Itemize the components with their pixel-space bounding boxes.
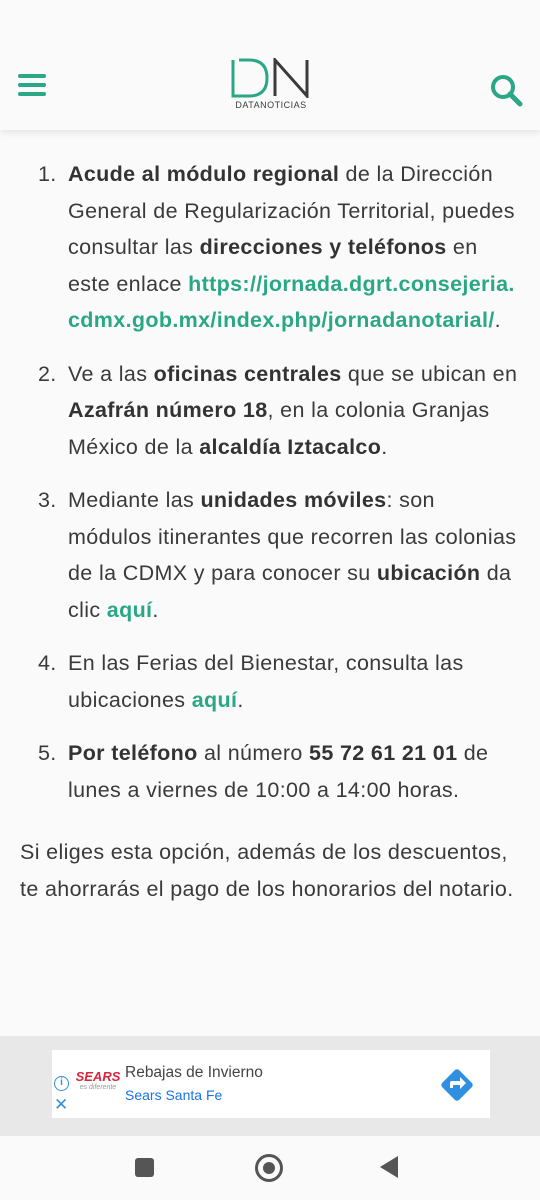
list-item-number: 4. xyxy=(38,651,57,675)
bold-text: 55 72 61 21 01 xyxy=(309,741,458,765)
bold-text: alcaldía Iztacalco xyxy=(199,434,382,459)
bold-text: Por teléfono xyxy=(68,741,198,765)
list-item: 4. En las Ferias del Bienestar, consulta … xyxy=(38,645,522,718)
close-icon[interactable]: ✕ xyxy=(54,1096,68,1114)
plain-text: En las Ferias del Bienestar, consulta la… xyxy=(68,651,464,712)
plain-text: . xyxy=(381,434,388,459)
list-item-number: 5. xyxy=(38,741,57,765)
info-icon[interactable]: i xyxy=(54,1076,69,1091)
list-item-text: Acude al módulo regional de la Dirección… xyxy=(68,156,522,339)
steps-list: 1. Acude al módulo regional de la Direcci… xyxy=(0,156,540,808)
plain-text: . xyxy=(237,687,244,712)
bold-text: ubicación xyxy=(376,561,481,585)
inline-link[interactable]: aquí xyxy=(192,688,238,712)
inline-link[interactable]: aquí xyxy=(107,598,153,622)
home-circle-icon[interactable] xyxy=(255,1154,283,1182)
list-item-text: En las Ferias del Bienestar, consulta la… xyxy=(68,645,522,718)
back-triangle-icon[interactable] xyxy=(380,1156,398,1178)
dn-logo-icon xyxy=(231,58,309,98)
plain-text: que se ubican en xyxy=(341,361,518,386)
closing-paragraph: Si eliges esta opción, además de los des… xyxy=(20,840,514,901)
bold-text: unidades móviles xyxy=(200,488,387,512)
plain-text: . xyxy=(152,597,159,622)
ad-title: Rebajas de Invierno xyxy=(125,1064,263,1081)
ad-banner: i ✕ SEARS es diferente Rebajas de Invier… xyxy=(0,1036,540,1136)
list-item-number: 1. xyxy=(38,162,57,186)
ad-brand-name: SEARS xyxy=(75,1069,121,1084)
list-item: 5. Por teléfono al número 55 72 61 21 01 … xyxy=(38,735,522,808)
ad-brand-logo: SEARS es diferente xyxy=(72,1070,124,1100)
list-item-number: 3. xyxy=(38,488,57,512)
list-item: 2. Ve a las oficinas centrales que se ubi… xyxy=(38,356,522,466)
list-item: 3. Mediante las unidades móviles: son mód… xyxy=(38,482,522,628)
plain-text: Mediante las xyxy=(68,488,201,512)
ad-subtitle: Sears Santa Fe xyxy=(125,1087,223,1103)
search-icon[interactable] xyxy=(488,72,524,108)
recents-square-icon[interactable] xyxy=(135,1158,154,1177)
site-logo[interactable]: DATANOTICIAS xyxy=(226,58,316,118)
system-nav-bar xyxy=(0,1136,540,1200)
top-header: DATANOTICIAS xyxy=(0,0,540,130)
list-item-text: Mediante las unidades móviles: son módul… xyxy=(68,482,522,628)
directions-arrow-icon[interactable] xyxy=(438,1066,476,1104)
logo-name: DATANOTICIAS xyxy=(235,100,307,110)
bold-text: oficinas centrales xyxy=(153,361,342,386)
bold-text: direcciones y teléfonos xyxy=(199,235,447,259)
plain-text: . xyxy=(494,308,501,332)
bold-text: Azafrán número 18 xyxy=(68,398,268,422)
list-item: 1. Acude al módulo regional de la Direcci… xyxy=(38,156,522,339)
bold-text: Acude al módulo regional xyxy=(68,162,340,186)
article-content: 1. Acude al módulo regional de la Direcci… xyxy=(0,130,540,907)
list-item-text: Ve a las oficinas centrales que se ubica… xyxy=(68,356,522,466)
ad-brand-tagline: es diferente xyxy=(79,1084,117,1091)
hamburger-menu-icon[interactable] xyxy=(18,74,48,104)
plain-text: Ve a las xyxy=(68,361,154,386)
list-item-text: Por teléfono al número 55 72 61 21 01 de… xyxy=(68,735,522,808)
plain-text: al número xyxy=(197,741,310,765)
ad-card[interactable]: i ✕ SEARS es diferente Rebajas de Invier… xyxy=(52,1050,490,1118)
list-item-number: 2. xyxy=(38,361,57,386)
